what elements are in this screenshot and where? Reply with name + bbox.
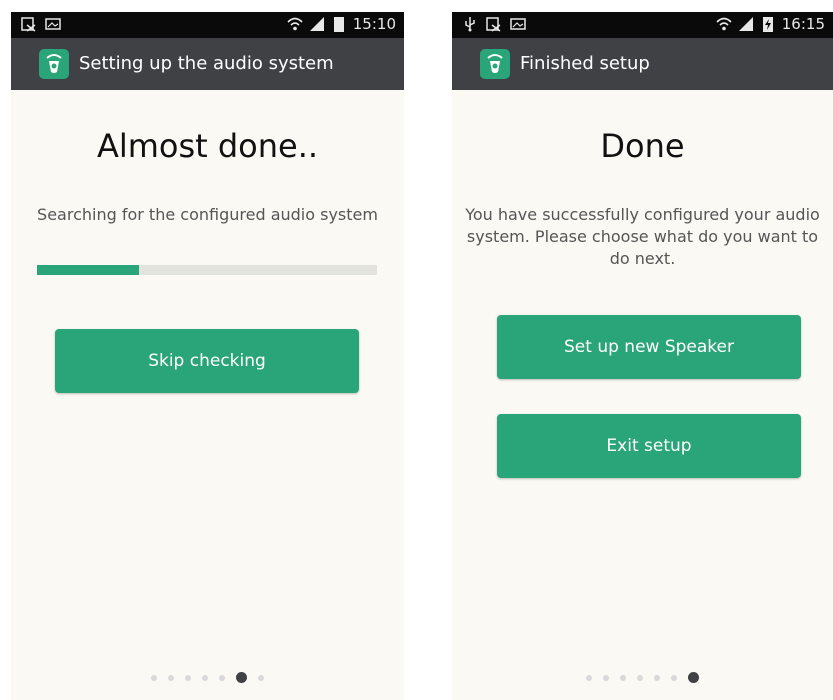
page-dot-active [688,672,699,683]
speaker-icon [46,54,62,73]
app-logo[interactable] [480,49,510,79]
page-dot [185,674,191,681]
page-dot [620,674,626,681]
battery-charging-icon [762,17,773,32]
progress-bar-fill [37,265,139,275]
skip-checking-button[interactable]: Skip checking [55,329,359,393]
set-up-new-speaker-button[interactable]: Set up new Speaker [497,315,801,379]
notification-icon [21,17,36,32]
status-bar: 16:15 [452,12,833,38]
heading: Almost done.. [96,127,319,165]
page-dot [219,674,225,681]
page-dot [202,674,208,681]
wifi-icon [287,17,303,31]
progress-bar [37,265,377,275]
page-dot [654,674,660,681]
page-dot [151,674,157,681]
action-bar: Setting up the audio system [11,38,404,90]
status-bar: 15:10 [11,12,404,38]
signal-icon [738,17,753,31]
image-icon [45,18,61,30]
page-dot-active [236,672,247,683]
action-bar: Finished setup [452,38,833,90]
battery-icon [333,17,344,32]
wifi-icon [716,17,732,31]
setup-screen-done: 16:15 Finished setup Done You have succe… [452,12,833,700]
screen-title: Setting up the audio system [79,53,334,74]
app-logo[interactable] [39,49,69,79]
heading: Done [600,127,685,165]
page-indicator [11,672,404,683]
success-message: You have successfully configured your au… [465,205,820,268]
page-dot [258,674,264,681]
notification-icon [486,17,501,32]
signal-icon [309,17,324,31]
status-time: 16:15 [781,15,825,33]
status-message: Searching for the configured audio syste… [37,205,378,224]
page-dot [168,674,174,681]
page-dot [671,674,677,681]
page-dot [637,674,643,681]
speaker-icon [487,54,503,73]
screen-title: Finished setup [520,53,650,74]
setup-screen-almost-done: 15:10 Setting up the audio system Almost… [11,12,404,700]
page-dot [586,674,592,681]
page-dot [603,674,609,681]
image-icon [510,18,526,30]
status-time: 15:10 [352,15,396,33]
page-indicator [452,672,833,683]
usb-icon [465,17,475,32]
exit-setup-button[interactable]: Exit setup [497,414,801,478]
